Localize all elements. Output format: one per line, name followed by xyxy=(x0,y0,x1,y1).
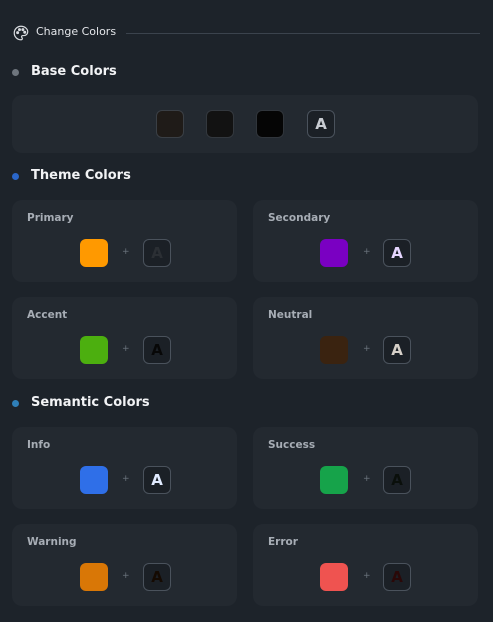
card-label: Error xyxy=(268,536,298,548)
plus-sign: + xyxy=(122,247,130,257)
semantic-colors-title: Semantic Colors xyxy=(31,395,150,410)
base-swatch-1[interactable] xyxy=(156,110,184,138)
semantic-card-success: Success + A xyxy=(253,427,478,509)
theme-colors-dot xyxy=(12,173,19,180)
card-label: Primary xyxy=(27,212,74,224)
theme-card-primary: Primary + A xyxy=(12,200,237,282)
secondary-swatch[interactable] xyxy=(320,239,348,267)
semantic-card-info: Info + A xyxy=(12,427,237,509)
warning-content-tile[interactable]: A xyxy=(143,563,171,591)
change-colors-header: Change Colors xyxy=(12,22,480,44)
palette-icon xyxy=(13,25,29,41)
semantic-colors-heading: Semantic Colors xyxy=(12,395,212,413)
base-swatch-2[interactable] xyxy=(206,110,234,138)
semantic-colors-dot xyxy=(12,400,19,407)
warning-swatch[interactable] xyxy=(80,563,108,591)
theme-colors-heading: Theme Colors xyxy=(12,168,212,186)
primary-content-tile[interactable]: A xyxy=(143,239,171,267)
semantic-card-error: Error + A xyxy=(253,524,478,606)
info-content-tile[interactable]: A xyxy=(143,466,171,494)
plus-sign: + xyxy=(122,571,130,581)
success-swatch[interactable] xyxy=(320,466,348,494)
theme-card-neutral: Neutral + A xyxy=(253,297,478,379)
secondary-content-tile[interactable]: A xyxy=(383,239,411,267)
success-content-tile[interactable]: A xyxy=(383,466,411,494)
neutral-content-tile[interactable]: A xyxy=(383,336,411,364)
card-label: Warning xyxy=(27,536,77,548)
semantic-card-warning: Warning + A xyxy=(12,524,237,606)
primary-swatch[interactable] xyxy=(80,239,108,267)
card-label: Accent xyxy=(27,309,68,321)
error-content-tile[interactable]: A xyxy=(383,563,411,591)
plus-sign: + xyxy=(363,247,371,257)
theme-card-accent: Accent + A xyxy=(12,297,237,379)
base-colors-dot xyxy=(12,69,19,76)
base-colors-heading: Base Colors xyxy=(12,64,212,82)
info-swatch[interactable] xyxy=(80,466,108,494)
plus-sign: + xyxy=(363,344,371,354)
base-swatch-3[interactable] xyxy=(256,110,284,138)
card-label: Success xyxy=(268,439,316,451)
theme-card-secondary: Secondary + A xyxy=(253,200,478,282)
theme-colors-title: Theme Colors xyxy=(31,168,131,183)
header-divider xyxy=(126,33,480,34)
card-label: Neutral xyxy=(268,309,313,321)
header-title: Change Colors xyxy=(36,25,117,38)
error-swatch[interactable] xyxy=(320,563,348,591)
base-colors-title: Base Colors xyxy=(31,64,117,79)
card-label: Info xyxy=(27,439,51,451)
accent-swatch[interactable] xyxy=(80,336,108,364)
plus-sign: + xyxy=(363,474,371,484)
neutral-swatch[interactable] xyxy=(320,336,348,364)
accent-content-tile[interactable]: A xyxy=(143,336,171,364)
plus-sign: + xyxy=(122,474,130,484)
card-label: Secondary xyxy=(268,212,331,224)
base-content-tile[interactable]: A xyxy=(307,110,335,138)
plus-sign: + xyxy=(122,344,130,354)
base-colors-card: A xyxy=(12,95,478,153)
plus-sign: + xyxy=(363,571,371,581)
